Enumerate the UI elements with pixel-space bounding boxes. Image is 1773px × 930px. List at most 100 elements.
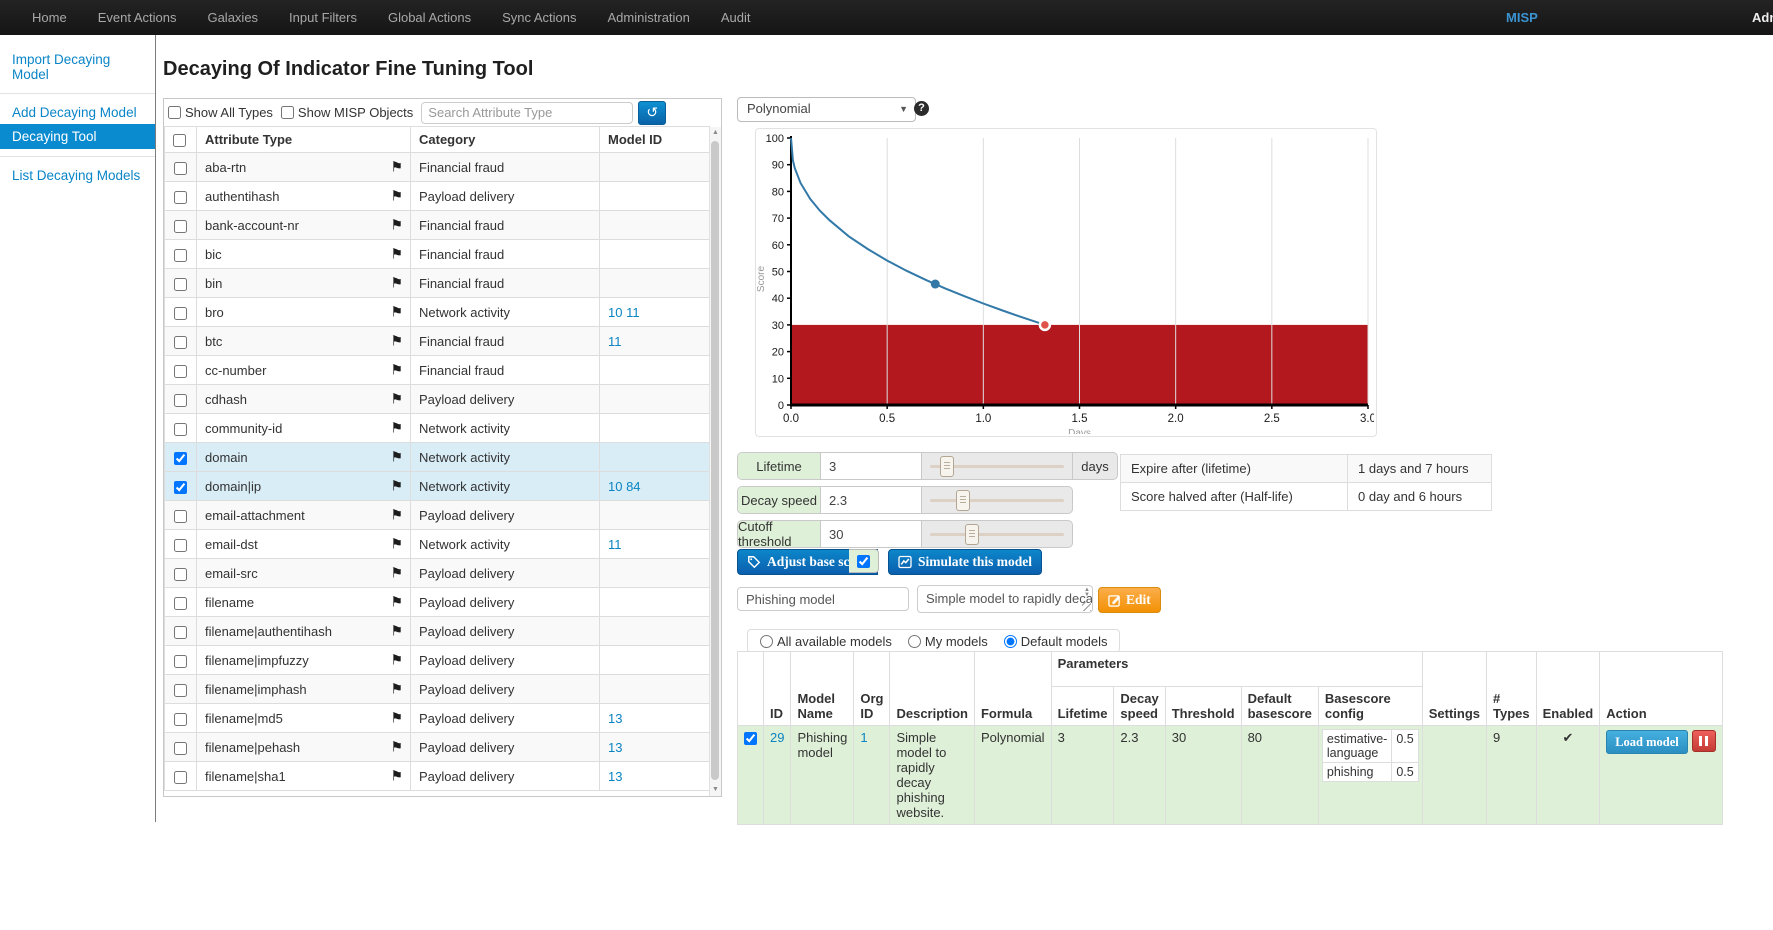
lifetime-slider[interactable] <box>922 453 1072 479</box>
row-checkbox[interactable] <box>174 597 187 610</box>
decay-chart[interactable]: 01020304050607080901000.00.51.01.52.02.5… <box>756 129 1374 434</box>
attribute-row-email-attachment[interactable]: email-attachment⚑Payload delivery <box>165 501 710 530</box>
scrollbar-thumb[interactable] <box>711 141 719 780</box>
select-all-checkbox[interactable] <box>173 134 186 147</box>
nav-item-event-actions[interactable]: Event Actions <box>98 0 177 35</box>
show-all-types-checkbox[interactable] <box>168 106 181 119</box>
radio-all-available-models[interactable] <box>760 635 773 648</box>
formula-select[interactable]: Polynomial ▼ <box>737 97 916 122</box>
row-checkbox[interactable] <box>174 771 187 784</box>
nav-item-global-actions[interactable]: Global Actions <box>388 0 471 35</box>
model-id-links[interactable]: 13 <box>600 762 710 791</box>
refresh-button[interactable]: ↺ <box>638 101 666 125</box>
radio-label-all-available-models[interactable]: All available models <box>777 634 892 649</box>
row-checkbox[interactable] <box>174 539 187 552</box>
row-checkbox[interactable] <box>174 423 187 436</box>
navbar-user-menu[interactable]: Admin <box>1752 0 1773 35</box>
attribute-row-filename-impfuzzy[interactable]: filename|impfuzzy⚑Payload delivery <box>165 646 710 675</box>
scroll-up-arrow[interactable]: ▲ <box>710 127 721 139</box>
model-id-links[interactable]: 10 84 <box>600 472 710 501</box>
attribute-table-scrollbar[interactable]: ▲ ▼ <box>709 127 721 796</box>
decay-speed-input[interactable] <box>821 487 922 513</box>
model-row-checkbox[interactable] <box>744 732 757 745</box>
attribute-row-bin[interactable]: bin⚑Financial fraud <box>165 269 710 298</box>
attribute-row-domain[interactable]: domain⚑Network activity <box>165 443 710 472</box>
slider-handle[interactable] <box>965 524 979 545</box>
slider-handle[interactable] <box>956 490 970 511</box>
search-attribute-type-input[interactable] <box>421 102 633 124</box>
simulate-model-button[interactable]: Simulate this model <box>888 549 1042 575</box>
attribute-row-filename-pehash[interactable]: filename|pehash⚑Payload delivery13 <box>165 733 710 762</box>
radio-label-default-models[interactable]: Default models <box>1021 634 1108 649</box>
decay-speed-slider[interactable] <box>922 487 1072 513</box>
cutoff-threshold-slider[interactable] <box>922 521 1072 547</box>
cutoff-threshold-input[interactable] <box>821 521 922 547</box>
lifetime-input[interactable] <box>821 453 922 479</box>
row-checkbox[interactable] <box>174 365 187 378</box>
slider-track[interactable] <box>930 533 1064 536</box>
model-id-links[interactable]: 13 <box>600 733 710 762</box>
nav-item-home[interactable]: Home <box>32 0 67 35</box>
slider-track[interactable] <box>930 499 1064 502</box>
row-checkbox[interactable] <box>174 162 187 175</box>
row-checkbox[interactable] <box>174 394 187 407</box>
slider-handle[interactable] <box>940 456 954 477</box>
row-checkbox[interactable] <box>174 278 187 291</box>
spinner-arrows-icon[interactable]: ▲▼ <box>1084 588 1090 598</box>
misp-brand[interactable]: MISP <box>1506 0 1538 35</box>
help-icon[interactable]: ? <box>914 101 929 116</box>
attribute-row-btc[interactable]: btc⚑Financial fraud11 <box>165 327 710 356</box>
attribute-row-filename-md5[interactable]: filename|md5⚑Payload delivery13 <box>165 704 710 733</box>
resize-grip-icon[interactable] <box>1082 602 1091 611</box>
decay-curve[interactable] <box>791 138 1045 325</box>
col-model-id[interactable]: Model ID <box>600 127 710 153</box>
col-attribute-type[interactable]: Attribute Type <box>197 127 411 153</box>
model-id-links[interactable]: 11 <box>600 530 710 559</box>
row-checkbox[interactable] <box>174 220 187 233</box>
nav-item-audit[interactable]: Audit <box>721 0 751 35</box>
load-model-button[interactable]: Load model <box>1606 730 1688 754</box>
attribute-row-bro[interactable]: bro⚑Network activity10 11 <box>165 298 710 327</box>
adjust-base-score-checkbox[interactable] <box>857 555 870 568</box>
attribute-row-filename[interactable]: filename⚑Payload delivery <box>165 588 710 617</box>
attribute-row-filename-authentihash[interactable]: filename|authentihash⚑Payload delivery <box>165 617 710 646</box>
attribute-row-community-id[interactable]: community-id⚑Network activity <box>165 414 710 443</box>
current-score-point[interactable] <box>931 280 940 289</box>
sidebar-item-import-decaying-model[interactable]: Import Decaying Model <box>0 48 155 86</box>
col-category[interactable]: Category <box>411 127 600 153</box>
model-row[interactable]: 29 Phishing model 1 Simple model to rapi… <box>738 726 1723 825</box>
model-description-textarea[interactable]: Simple model to rapidly decay ▲▼ <box>917 585 1093 613</box>
model-id-links[interactable]: 11 <box>600 327 710 356</box>
row-checkbox[interactable] <box>174 191 187 204</box>
scroll-down-arrow[interactable]: ▼ <box>710 784 721 796</box>
sidebar-item-decaying-tool[interactable]: Decaying Tool <box>0 124 155 149</box>
adjust-base-score-toggle[interactable] <box>849 549 879 573</box>
model-id-link[interactable]: 29 <box>770 730 784 745</box>
attribute-row-filename-imphash[interactable]: filename|imphash⚑Payload delivery <box>165 675 710 704</box>
attribute-row-bic[interactable]: bic⚑Financial fraud <box>165 240 710 269</box>
attribute-row-aba-rtn[interactable]: aba-rtn⚑Financial fraud <box>165 153 710 182</box>
row-checkbox[interactable] <box>174 336 187 349</box>
row-checkbox[interactable] <box>174 568 187 581</box>
sidebar-item-add-decaying-model[interactable]: Add Decaying Model <box>0 101 155 124</box>
show-misp-objects-label[interactable]: Show MISP Objects <box>298 105 413 120</box>
row-checkbox[interactable] <box>174 684 187 697</box>
attribute-row-authentihash[interactable]: authentihash⚑Payload delivery <box>165 182 710 211</box>
model-org-link[interactable]: 1 <box>860 730 867 745</box>
show-misp-objects-checkbox[interactable] <box>281 106 294 119</box>
attribute-row-filename-sha1[interactable]: filename|sha1⚑Payload delivery13 <box>165 762 710 791</box>
row-checkbox[interactable] <box>174 452 187 465</box>
show-all-types-label[interactable]: Show All Types <box>185 105 273 120</box>
radio-label-my-models[interactable]: My models <box>925 634 988 649</box>
model-id-links[interactable]: 10 11 <box>600 298 710 327</box>
attribute-row-email-src[interactable]: email-src⚑Payload delivery <box>165 559 710 588</box>
radio-default-models[interactable] <box>1004 635 1017 648</box>
pause-model-button[interactable] <box>1692 730 1716 752</box>
row-checkbox[interactable] <box>174 249 187 262</box>
nav-item-input-filters[interactable]: Input Filters <box>289 0 357 35</box>
nav-item-galaxies[interactable]: Galaxies <box>207 0 258 35</box>
row-checkbox[interactable] <box>174 626 187 639</box>
attribute-row-email-dst[interactable]: email-dst⚑Network activity11 <box>165 530 710 559</box>
row-checkbox[interactable] <box>174 655 187 668</box>
attribute-row-cc-number[interactable]: cc-number⚑Financial fraud <box>165 356 710 385</box>
